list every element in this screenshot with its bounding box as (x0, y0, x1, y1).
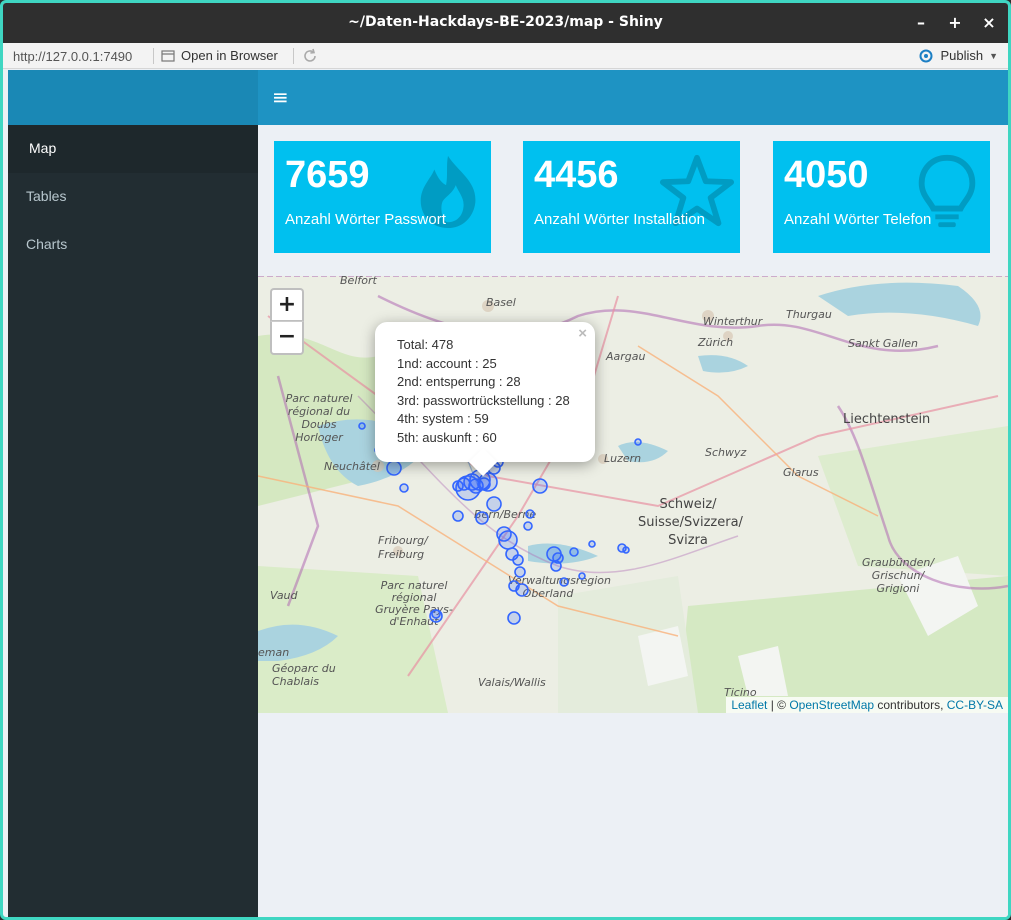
map-circle-marker[interactable] (523, 521, 533, 531)
publish-icon (919, 49, 933, 62)
valuebox-value: 7659 (285, 154, 370, 196)
publish-button[interactable]: Publish ▼ (918, 48, 998, 63)
popup-line: 5th: auskunft : 60 (397, 429, 497, 445)
map-circle-marker[interactable] (622, 546, 630, 554)
valuebox-subtitle: Anzahl Wörter Telefon (784, 211, 932, 228)
map-circle-marker[interactable] (512, 554, 524, 566)
url-text: http://127.0.0.1:7490 (13, 49, 133, 64)
toolbar-divider (153, 48, 154, 64)
main-content: 7659 Anzahl Wörter Passwort 4456 Anzahl … (258, 125, 1008, 917)
map-circle-marker[interactable] (525, 509, 535, 519)
valuebox-installation: 4456 Anzahl Wörter Installation (523, 141, 740, 253)
zoom-out-button[interactable]: − (270, 321, 304, 355)
map-circle-marker[interactable] (588, 540, 596, 548)
map-circle-marker[interactable] (508, 580, 520, 592)
license-link[interactable]: CC-BY-SA (947, 698, 1003, 712)
window-title: ~/Daten-Hackdays-BE-2023/map - Shiny (348, 14, 663, 30)
map-circle-marker[interactable] (475, 511, 489, 525)
valuebox-value: 4050 (784, 154, 869, 196)
sidebar: Map Tables Charts (8, 125, 258, 917)
sidebar-item-map[interactable]: Map (8, 125, 258, 173)
valuebox-passwort: 7659 Anzahl Wörter Passwort (274, 141, 491, 253)
popup-line: 3rd: passwortrückstellung : 28 (397, 392, 570, 408)
dashboard-header: ≡ (258, 70, 1008, 125)
sidebar-item-tables[interactable]: Tables (8, 173, 258, 221)
leaflet-link[interactable]: Leaflet (731, 698, 767, 712)
map-circle-marker[interactable] (386, 460, 402, 476)
leaflet-map[interactable]: Belfort Basel Winterthur Thurgau Zürich … (258, 276, 1008, 713)
refresh-icon[interactable] (301, 47, 319, 65)
open-in-browser-button[interactable]: Open in Browser (161, 48, 278, 63)
close-window-button[interactable]: × (977, 11, 1001, 35)
map-circle-marker[interactable] (452, 510, 464, 522)
maximize-button[interactable]: + (943, 11, 967, 35)
sidebar-toggle-icon[interactable]: ≡ (272, 85, 289, 109)
app-window: ~/Daten-Hackdays-BE-2023/map - Shiny – +… (0, 0, 1011, 920)
map-circle-marker[interactable] (578, 572, 586, 580)
map-circle-marker[interactable] (452, 480, 464, 492)
map-circle-marker[interactable] (559, 577, 569, 587)
viewer-toolbar: http://127.0.0.1:7490 Open in Browser Pu… (3, 43, 1008, 69)
map-circle-marker[interactable] (514, 566, 526, 578)
map-circle-marker[interactable] (486, 496, 502, 512)
popup-line: 1nd: account : 25 (397, 355, 497, 371)
osm-link[interactable]: OpenStreetMap (789, 698, 874, 712)
open-in-browser-label: Open in Browser (181, 48, 278, 63)
minimize-button[interactable]: – (909, 11, 933, 35)
map-attribution: Leaflet | © OpenStreetMap contributors, … (726, 697, 1008, 713)
zoom-in-button[interactable]: + (270, 288, 304, 322)
title-bar: ~/Daten-Hackdays-BE-2023/map - Shiny – +… (3, 3, 1008, 43)
attribution-separator: | © (767, 698, 790, 712)
map-circle-marker[interactable] (634, 438, 642, 446)
chevron-down-icon[interactable]: ▼ (989, 51, 998, 61)
sidebar-item-charts[interactable]: Charts (8, 221, 258, 269)
popup-line: 2nd: entsperrung : 28 (397, 374, 521, 390)
map-circle-marker[interactable] (532, 478, 548, 494)
publish-label: Publish (940, 48, 984, 63)
map-circle-marker[interactable] (507, 611, 521, 625)
map-popup: × Total: 478 1nd: account : 25 2nd: ents… (375, 322, 595, 477)
attribution-contributors: contributors, (874, 698, 947, 712)
map-circle-marker[interactable] (496, 526, 512, 542)
browser-icon (161, 49, 175, 62)
valuebox-subtitle: Anzahl Wörter Installation (534, 211, 705, 228)
dashboard-brand-area (8, 70, 258, 125)
valuebox-subtitle: Anzahl Wörter Passwort (285, 211, 446, 228)
map-circle-marker[interactable] (552, 552, 564, 564)
valuebox-telefon: 4050 Anzahl Wörter Telefon (773, 141, 990, 253)
popup-close-button[interactable]: × (578, 325, 587, 344)
popup-line: 4th: system : 59 (397, 411, 489, 427)
map-circle-marker[interactable] (431, 609, 441, 619)
popup-line: Total: 478 (397, 337, 454, 352)
map-circle-marker[interactable] (569, 547, 579, 557)
marker-layer (358, 422, 642, 625)
map-circle-marker[interactable] (358, 422, 366, 430)
toolbar-divider (293, 48, 294, 64)
shiny-dashboard: ≡ Map Tables Charts 7659 Anzahl Wörter P… (8, 70, 1008, 917)
map-circle-marker[interactable] (399, 483, 409, 493)
valuebox-value: 4456 (534, 154, 619, 196)
